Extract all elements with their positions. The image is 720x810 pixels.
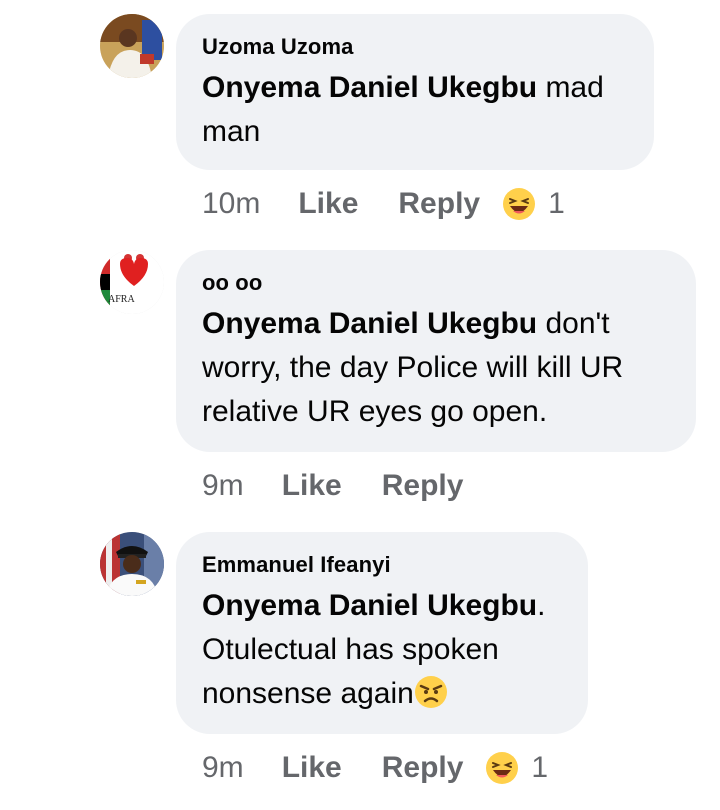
mention-link[interactable]: Onyema Daniel Ukegbu — [202, 589, 537, 622]
reply-button[interactable]: Reply — [398, 187, 480, 221]
comment-actions: 10m Like Reply 1 — [202, 184, 565, 224]
comment-actions: 9m Like Reply 1 — [202, 748, 548, 788]
profile-photo — [100, 532, 164, 596]
avatar[interactable]: AFRA — [100, 250, 164, 314]
laughing-emoji-icon — [486, 752, 519, 784]
reply-button[interactable]: Reply — [382, 469, 464, 503]
reaction-summary[interactable]: 1 — [502, 187, 565, 221]
profile-photo — [100, 14, 164, 78]
comment-author[interactable]: Emmanuel Ifeanyi — [202, 552, 562, 578]
avatar-text: AFRA — [108, 294, 135, 305]
comment-timestamp[interactable]: 9m — [202, 751, 244, 785]
comment-author[interactable]: Uzoma Uzoma — [202, 34, 628, 60]
reaction-count: 1 — [548, 187, 565, 220]
comment-actions: 9m Like Reply — [202, 466, 485, 506]
angry-face-emoji-icon — [414, 676, 447, 708]
profile-photo: AFRA — [100, 250, 164, 314]
laughing-emoji-icon — [503, 188, 536, 220]
like-button[interactable]: Like — [282, 469, 342, 503]
comment-timestamp[interactable]: 10m — [202, 187, 260, 221]
avatar[interactable] — [100, 532, 164, 596]
comment-bubble: oo oo Onyema Daniel Ukegbu don't worry, … — [176, 250, 696, 452]
avatar[interactable] — [100, 14, 164, 78]
like-button[interactable]: Like — [282, 751, 342, 785]
comment-timestamp[interactable]: 9m — [202, 469, 244, 503]
like-button[interactable]: Like — [298, 187, 358, 221]
reply-button[interactable]: Reply — [382, 751, 464, 785]
comment-bubble: Uzoma Uzoma Onyema Daniel Ukegbu mad man — [176, 14, 654, 170]
comment-text: Onyema Daniel Ukegbu don't worry, the da… — [202, 302, 670, 434]
comment-text: Onyema Daniel Ukegbu. Otulectual has spo… — [202, 584, 562, 716]
comment-bubble: Emmanuel Ifeanyi Onyema Daniel Ukegbu. O… — [176, 532, 588, 734]
mention-link[interactable]: Onyema Daniel Ukegbu — [202, 71, 537, 104]
reaction-count: 1 — [531, 751, 549, 784]
comment-text: Onyema Daniel Ukegbu mad man — [202, 66, 628, 154]
mention-link[interactable]: Onyema Daniel Ukegbu — [202, 307, 537, 340]
comment-author[interactable]: oo oo — [202, 270, 670, 296]
reaction-summary[interactable]: 1 — [485, 751, 548, 785]
